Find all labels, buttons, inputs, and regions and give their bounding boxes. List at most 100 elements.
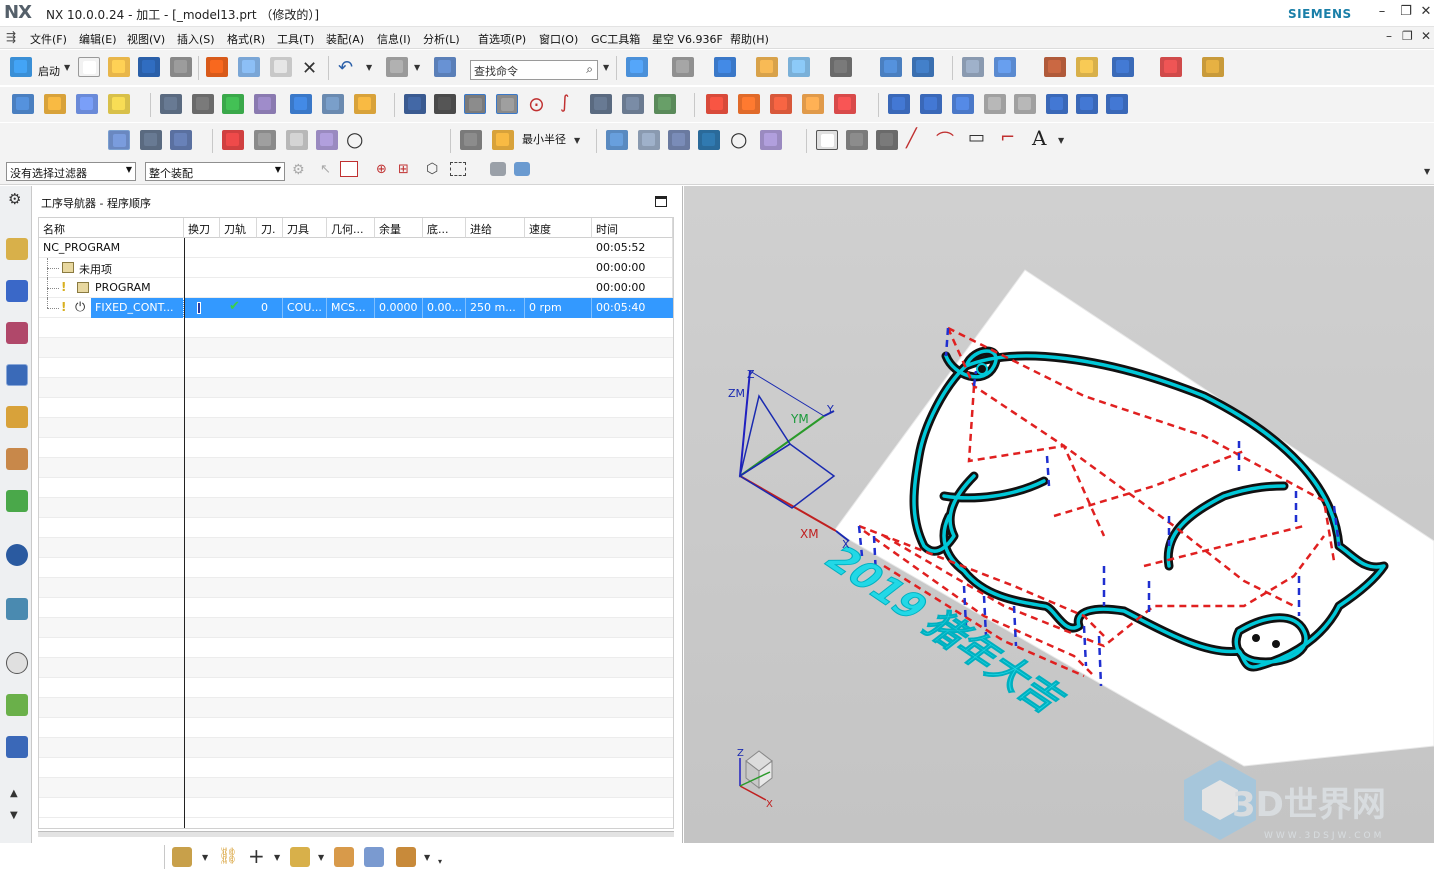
box-icon[interactable] — [316, 130, 338, 150]
select-all-icon[interactable] — [340, 161, 358, 177]
touch-mode-icon[interactable] — [434, 57, 456, 77]
rectangle-icon[interactable]: ▭ — [968, 127, 985, 148]
circle-icon[interactable]: ○ — [346, 127, 363, 151]
solid-cone-icon[interactable] — [770, 94, 792, 114]
crosshair-dropdown-icon[interactable]: ▼ — [274, 853, 280, 862]
link-icon[interactable]: ⛓ — [218, 846, 238, 865]
menu-insert[interactable]: 插入(S) — [177, 31, 215, 47]
feature-op-7-icon[interactable] — [1076, 94, 1098, 114]
doc-restore-button[interactable]: ❐ — [1402, 29, 1413, 43]
menu-assembly[interactable]: 装配(A) — [326, 31, 364, 47]
line-icon[interactable]: ╱ — [906, 128, 917, 149]
menu-help[interactable]: 帮助(H) — [730, 31, 769, 47]
part-filter-icon[interactable] — [514, 162, 530, 176]
layer-icon[interactable] — [830, 57, 852, 77]
table-note-icon[interactable] — [606, 130, 628, 150]
menu-pin-icon[interactable]: ⇶ — [6, 30, 16, 44]
start-dropdown-icon[interactable]: ▼ — [64, 63, 70, 72]
reference-icon[interactable] — [254, 130, 276, 150]
reuse-library-tab-icon[interactable] — [6, 448, 28, 470]
min-radius-dropdown-icon[interactable]: ▼ — [574, 136, 580, 145]
show-hide-icon[interactable] — [1112, 57, 1134, 77]
select-cursor-icon[interactable]: ↖ — [320, 162, 331, 177]
min-radius-icon[interactable] — [492, 130, 514, 150]
paste-icon[interactable] — [270, 57, 292, 77]
selection-mode-icon[interactable] — [172, 847, 192, 867]
display-mode-icon[interactable] — [108, 130, 130, 150]
display-option-icon[interactable] — [140, 130, 162, 150]
crosshair-icon[interactable]: + — [248, 844, 265, 868]
annotation-icon[interactable] — [668, 130, 690, 150]
program-order-view-icon[interactable] — [160, 94, 182, 114]
minimize-button[interactable]: – — [1372, 4, 1392, 22]
clock-icon[interactable] — [6, 652, 28, 674]
table-row[interactable]: 未用项 00:00:00 — [39, 258, 673, 278]
web-browser-tab-icon[interactable] — [6, 544, 28, 566]
toolbar-options-icon[interactable]: ▼ — [1424, 167, 1430, 176]
save-icon[interactable] — [138, 57, 160, 77]
replay-toolpath-icon[interactable] — [322, 94, 344, 114]
gear-icon[interactable]: ⚙ — [8, 190, 21, 208]
table-row-selected[interactable]: ! ⏻ FIXED_CONT... ✔ 0 COU... MCS... 0.00… — [39, 298, 673, 318]
doc-minimize-button[interactable]: – — [1386, 29, 1392, 43]
selection-tool-icon[interactable] — [386, 57, 408, 77]
measure-distance-icon[interactable] — [1044, 57, 1066, 77]
column-header-name[interactable]: 名称 — [39, 218, 184, 238]
bottom-toolbar-options-icon[interactable]: ▾ — [438, 857, 442, 866]
sketch-icon[interactable] — [816, 130, 838, 150]
datum-icon[interactable] — [290, 847, 310, 867]
column-header-stock[interactable]: 余量 — [375, 218, 423, 238]
assembly-navigator-tab-icon[interactable] — [6, 238, 28, 260]
column-header-tool-number[interactable]: 刀. — [257, 218, 283, 238]
solid-cylinder-icon[interactable] — [738, 94, 760, 114]
menu-view[interactable]: 视图(V) — [127, 31, 165, 47]
arc-icon[interactable]: ⌒ — [936, 127, 954, 153]
machine-navigator-tab-icon[interactable] — [6, 406, 28, 428]
feature-op-1-icon[interactable] — [888, 94, 910, 114]
open-folder-icon[interactable] — [108, 57, 130, 77]
feature-op-4-icon[interactable] — [984, 94, 1006, 114]
snap-point-icon[interactable] — [994, 57, 1016, 77]
new-file-icon[interactable] — [78, 57, 100, 77]
column-header-geometry[interactable]: 几何... — [327, 218, 375, 238]
selection-tool-dropdown-icon[interactable]: ▼ — [414, 63, 420, 72]
menu-window[interactable]: 窗口(O) — [539, 31, 578, 47]
feature-op-6-icon[interactable] — [1046, 94, 1068, 114]
generate-toolpath-icon[interactable] — [290, 94, 312, 114]
cut-icon[interactable] — [206, 57, 228, 77]
machine-tool-view-icon[interactable] — [192, 94, 214, 114]
selection-mode-dropdown-icon[interactable]: ▼ — [202, 853, 208, 862]
graphics-window[interactable]: 2019 猪年大吉 Z ZM YM Y XM X Z X 3D世界网 WWW.3… — [684, 186, 1434, 843]
red-cube-icon[interactable] — [222, 130, 244, 150]
details-splitter[interactable] — [38, 831, 674, 837]
scroll-up-icon[interactable]: ▲ — [10, 788, 18, 799]
edge-display-icon[interactable] — [756, 57, 778, 77]
fillet-icon[interactable]: ⌐ — [1000, 127, 1015, 148]
doc-close-button[interactable]: ✕ — [1421, 29, 1431, 43]
column-header-speed[interactable]: 速度 — [525, 218, 592, 238]
fixture-icon[interactable] — [334, 847, 354, 867]
start-label[interactable]: 启动 — [38, 63, 60, 79]
dimension-icon[interactable] — [1160, 57, 1182, 77]
solid-block-icon[interactable] — [706, 94, 728, 114]
feature-op-3-icon[interactable] — [952, 94, 974, 114]
operation-navigator-tab-icon[interactable] — [6, 364, 28, 386]
rect-select-icon[interactable] — [450, 162, 466, 176]
text-dropdown-icon[interactable]: ▼ — [1058, 136, 1064, 145]
feature-op-5-icon[interactable] — [1014, 94, 1036, 114]
history-tab-icon[interactable] — [6, 598, 28, 620]
palette-tab-icon[interactable] — [6, 694, 28, 716]
wcs-icon[interactable] — [880, 57, 902, 77]
menu-analysis[interactable]: 分析(L) — [423, 31, 460, 47]
hd3d-tools-tab-icon[interactable] — [6, 490, 28, 512]
maximize-icon[interactable] — [655, 196, 667, 207]
column-header-floor[interactable]: 底... — [423, 218, 466, 238]
column-header-feed[interactable]: 进给 — [466, 218, 525, 238]
solid-extrude-icon[interactable] — [834, 94, 856, 114]
ruler-icon[interactable] — [1202, 57, 1224, 77]
print-icon[interactable] — [170, 57, 192, 77]
process-studio-tab-icon[interactable] — [6, 736, 28, 758]
feature-op-8-icon[interactable] — [1106, 94, 1128, 114]
selection-filter-select[interactable]: 没有选择过滤器 ▼ — [6, 162, 136, 181]
postprocess-icon[interactable] — [404, 94, 426, 114]
